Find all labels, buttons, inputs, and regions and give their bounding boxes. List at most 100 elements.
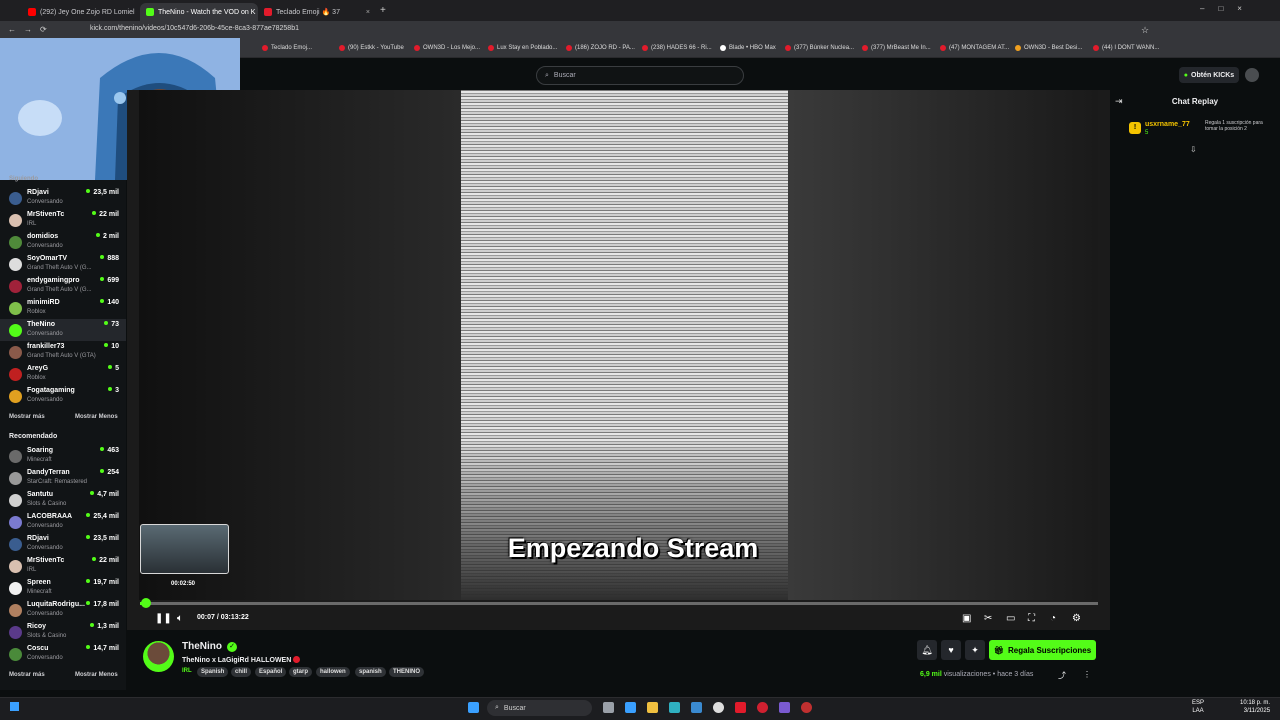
sidebar-item-lacobraaa[interactable]: LACOBRAAA Conversando 25,4 mil (0, 511, 126, 533)
bookmark-item[interactable]: OWN3D - Best Desi... (1015, 45, 1082, 51)
browser-tab[interactable]: Teclado Emoji 🔥 37 × (258, 3, 376, 21)
progress-handle[interactable] (140, 598, 151, 608)
browser-tab-active[interactable]: TheNino - Watch the VOD on K× (140, 3, 258, 21)
sidebar-item-soaring[interactable]: Soaring Minecraft 463 (0, 445, 126, 467)
streamer-name[interactable]: TheNino (182, 641, 222, 652)
window-controls[interactable]: –□× (1200, 4, 1256, 13)
sidebar-item-dandyterran[interactable]: DandyTerran StarCraft: Remastered 254 (0, 467, 126, 489)
show-more-following-button[interactable]: Mostrar más (9, 414, 45, 420)
file-explorer-icon[interactable] (647, 702, 658, 713)
heart-icon[interactable]: ♥ (941, 640, 961, 660)
bookmark-item[interactable]: (377) Búnker Nuclea... (785, 45, 854, 51)
bookmark-item[interactable]: (44) I DONT WANN... (1093, 45, 1159, 51)
sidebar-item-fogatagaming[interactable]: Fogatagaming Conversando 3 (0, 385, 126, 407)
youtube-icon (28, 8, 36, 16)
edge-icon[interactable] (669, 702, 680, 713)
clock[interactable]: 10:18 p. m. 3/11/2025 (1240, 699, 1270, 715)
sidebar-item-rdjavi[interactable]: RDjavi Conversando 23,5 mil (0, 187, 126, 209)
star-icon[interactable]: ☆ (1141, 25, 1149, 36)
avatar (9, 538, 22, 551)
scroll-down-icon[interactable]: ⇩ (1190, 145, 1197, 154)
settings-gear-icon[interactable]: ⚙︎ (1072, 613, 1081, 625)
fullscreen-icon[interactable]: ⛶ (1028, 613, 1035, 625)
sidebar-item-spreen[interactable]: Spreen Minecraft 19,7 mil (0, 577, 126, 599)
copilot-icon[interactable] (625, 702, 636, 713)
bookmark-item[interactable]: (90) Estkk - YouTube (339, 45, 404, 51)
sidebar-item-mrstiventc-rec[interactable]: MrStivenTc IRL 22 mil (0, 555, 126, 577)
viewer-count: 14,7 mil (86, 645, 119, 652)
gift-subscriptions-button[interactable]: 🎁︎ Regala Suscripciones (989, 640, 1096, 660)
sidebar-item-soyomartv[interactable]: SoyOmarTV Grand Theft Auto V (G... 888 (0, 253, 126, 275)
playback-speed-icon[interactable]: ◔ (1050, 613, 1056, 625)
taskbar-search[interactable]: ⌕ Buscar (487, 700, 592, 716)
sidebar-item-santutu[interactable]: Santutu Slots & Casino 4,7 mil (0, 489, 126, 511)
get-kicks-button[interactable]: ● Obtén KICKs (1179, 67, 1239, 83)
store-icon[interactable] (691, 702, 702, 713)
sidebar-item-luquitarodriguez[interactable]: LuquitaRodrigu... Conversando 17,8 mil (0, 599, 126, 621)
sidebar-item-endygamingpro[interactable]: endygamingpro Grand Theft Auto V (G... 699 (0, 275, 126, 297)
clip-icon[interactable]: ✂︎ (984, 613, 992, 625)
new-tab-button[interactable]: + (380, 5, 386, 16)
kicks-icon: ● (1183, 71, 1189, 79)
url-field[interactable]: kick.com/thenino/videos/10c547d6-206b-45… (90, 25, 299, 32)
chat-username[interactable]: usxrname_77 (1145, 121, 1190, 128)
sidebar-item-minimird[interactable]: minimiRD Roblox 140 (0, 297, 126, 319)
show-less-following-button[interactable]: Mostrar Menos (75, 414, 118, 420)
sidebar-item-areyg[interactable]: AreyG Roblox 5 (0, 363, 126, 385)
bookmark-item[interactable]: (186) ZOJO RD - PA... (566, 45, 635, 51)
notification-bell-icon[interactable]: 🔔︎ (917, 640, 937, 660)
viewer-count: 22 mil (92, 211, 119, 218)
sparkle-icon[interactable]: ✦ (965, 640, 985, 660)
sidebar-item-thenino[interactable]: TheNino Conversando 73 (0, 319, 126, 341)
bookmark-item[interactable]: Teclado Emoj... (262, 45, 312, 51)
tag[interactable]: THENINO (389, 667, 424, 677)
language-indicator[interactable]: ESP LAA (1192, 699, 1204, 715)
bookmark-item[interactable]: (47) MONTAGEM AT... (940, 45, 1009, 51)
show-more-recommended-button[interactable]: Mostrar más (9, 672, 45, 678)
sidebar-item-rdjavi-rec[interactable]: RDjavi Conversando 23,5 mil (0, 533, 126, 555)
pause-icon[interactable]: ❚❚ (155, 613, 172, 625)
windows-start-icon[interactable] (10, 702, 19, 711)
bookmark-item[interactable]: (377) MrBeast Me In... (862, 45, 931, 51)
task-view-icon[interactable] (603, 702, 614, 713)
discord-icon[interactable] (779, 702, 790, 713)
tag[interactable]: chill (231, 667, 252, 677)
tag[interactable]: Español (255, 667, 287, 677)
share-icon[interactable]: ⤴ (1058, 670, 1066, 681)
nav-buttons[interactable]: ←→⟳ (8, 25, 55, 34)
category-link[interactable]: IRL (182, 668, 192, 674)
bookmark-icon (1093, 45, 1099, 51)
sidebar-item-domidios[interactable]: domidios Conversando 2 mil (0, 231, 126, 253)
tag[interactable]: gtarp (289, 667, 312, 677)
chrome-icon[interactable] (713, 702, 724, 713)
sidebar-item-mrstiventc[interactable]: MrStivenTc IRL 22 mil (0, 209, 126, 231)
streamer-avatar[interactable] (143, 641, 174, 672)
bookmark-item[interactable]: Lux Stay en Poblado... (488, 45, 557, 51)
avatar (9, 450, 22, 463)
close-icon[interactable]: × (360, 9, 370, 16)
opera-icon[interactable] (757, 702, 768, 713)
progress-bar[interactable] (140, 602, 1098, 605)
bookmark-item[interactable]: (238) HADES 66 - Ri... (642, 45, 712, 51)
start-icon[interactable] (468, 702, 479, 713)
obs-icon[interactable] (801, 702, 812, 713)
bookmark-label: (186) ZOJO RD - PA... (575, 45, 635, 51)
more-options-icon[interactable]: ⋮ (1083, 670, 1091, 679)
search-input[interactable]: ⌕ Buscar (536, 66, 744, 85)
avatar (9, 236, 22, 249)
browser-tab[interactable]: (292) Jey One Zojo RD Lomiel× (22, 3, 140, 21)
sidebar-item-ricoy[interactable]: Ricoy Slots & Casino 1,3 mil (0, 621, 126, 643)
tag[interactable]: Spanish (197, 667, 229, 677)
volume-icon[interactable]: 🔈︎ (177, 613, 183, 625)
tag[interactable]: spanish (355, 667, 386, 677)
sidebar-item-frankiller73[interactable]: frankiller73 Grand Theft Auto V (GTA) 10 (0, 341, 126, 363)
bookmark-item[interactable]: OWN3D - Los Mejo... (414, 45, 480, 51)
miniplayer-icon[interactable]: ▣ (962, 613, 971, 625)
youtube-icon[interactable] (735, 702, 746, 713)
sidebar-item-coscu[interactable]: Coscu Conversando 14,7 mil (0, 643, 126, 665)
avatar[interactable] (1245, 68, 1259, 82)
show-less-recommended-button[interactable]: Mostrar Menos (75, 672, 118, 678)
tag[interactable]: hallowen (316, 667, 350, 677)
theater-mode-icon[interactable]: ▭ (1006, 613, 1015, 625)
bookmark-item[interactable]: Blade • HBO Max (720, 45, 776, 51)
